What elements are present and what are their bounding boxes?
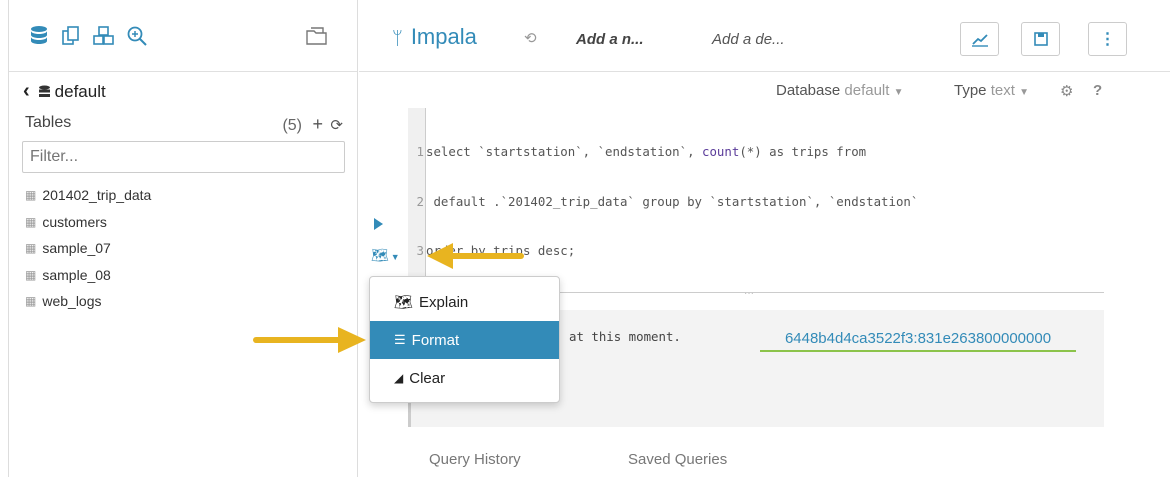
table-icon: ▦: [25, 241, 37, 256]
database-breadcrumb[interactable]: ‹ default: [23, 80, 106, 103]
menu-item-explain[interactable]: 🗺︎ Explain: [370, 283, 559, 321]
engine-title: ᛘ Impala: [392, 24, 477, 49]
caret-down-icon: ▼: [1019, 87, 1029, 98]
table-item[interactable]: ▦ sample_08: [25, 262, 151, 289]
eraser-icon: ◢: [394, 371, 404, 385]
documents-icon[interactable]: [61, 25, 81, 52]
annotation-arrow-right: [253, 327, 366, 353]
impala-icon: ᛘ: [392, 28, 403, 48]
map-icon: 🗺︎: [394, 294, 414, 311]
save-button[interactable]: [1021, 22, 1060, 56]
indent-icon: ☰: [394, 332, 406, 347]
map-icon: 🗺︎: [371, 247, 389, 263]
cubes-icon[interactable]: [92, 25, 116, 52]
menu-item-clear[interactable]: ◢ Clear: [370, 359, 559, 397]
tab-query-history[interactable]: Query History: [429, 451, 521, 468]
query-description-field[interactable]: Add a de...: [712, 31, 785, 48]
type-selector[interactable]: Type text ▼: [954, 82, 1029, 99]
tables-header: Tables (5) + ⟳: [25, 114, 345, 134]
chevron-left-icon[interactable]: ‹: [23, 80, 30, 103]
save-icon: [1033, 32, 1048, 46]
drag-handle[interactable]: ···: [744, 288, 754, 299]
table-item[interactable]: ▦ web_logs: [25, 288, 151, 315]
database-icon[interactable]: [29, 25, 49, 52]
database-small-icon: [38, 85, 50, 97]
table-icon: ▦: [25, 188, 37, 203]
zoom-icon[interactable]: [126, 25, 148, 52]
history-icon[interactable]: ⟲: [524, 29, 537, 47]
database-name: default: [54, 81, 106, 101]
chart-button[interactable]: [960, 22, 999, 56]
table-icon: ▦: [25, 294, 37, 309]
refresh-icon[interactable]: ⟳: [330, 117, 343, 134]
menu-item-format[interactable]: ☰ Format: [370, 321, 559, 359]
table-icon: ▦: [25, 214, 37, 229]
help-icon[interactable]: ?: [1093, 82, 1102, 99]
editor-actions-menu: 🗺︎ Explain ☰ Format ◢ Clear: [369, 276, 560, 403]
database-selector[interactable]: Database default ▼: [776, 82, 904, 99]
explain-dropdown-toggle[interactable]: 🗺︎ ▼: [371, 247, 400, 264]
code-line: 1 select `startstation`, `endstation`, co…: [416, 144, 867, 159]
table-list: ▦ 201402_trip_data ▦ customers ▦ sample_07 …: [25, 182, 151, 315]
tab-saved-queries[interactable]: Saved Queries: [628, 451, 727, 468]
table-filter-input[interactable]: [22, 141, 345, 173]
gear-icon[interactable]: ⚙: [1060, 82, 1073, 100]
code-line: 2 default .`201402_trip_data` group by `…: [416, 193, 919, 209]
assist-toolbar: [9, 0, 357, 72]
annotation-arrow-left: [427, 243, 524, 269]
more-button[interactable]: ⋮: [1088, 22, 1127, 56]
chart-icon: [971, 34, 988, 47]
folder-open-icon[interactable]: [305, 25, 329, 52]
table-item[interactable]: ▦ 201402_trip_data: [25, 182, 151, 209]
table-item[interactable]: ▦ sample_07: [25, 235, 151, 262]
assist-panel: ‹ default Tables (5) + ⟳ ▦201402_trip_da…: [8, 0, 358, 477]
plus-icon[interactable]: +: [312, 114, 323, 134]
more-vertical-icon: ⋮: [1099, 31, 1116, 48]
table-icon: ▦: [25, 267, 37, 282]
table-item[interactable]: ▦ customers: [25, 209, 151, 236]
caret-down-icon: ▼: [390, 252, 400, 262]
tables-label: Tables: [25, 114, 72, 131]
query-name-field[interactable]: Add a n...: [576, 31, 644, 48]
query-id-link[interactable]: 6448b4d4ca3522f3:831e263800000000: [760, 330, 1076, 352]
run-icon[interactable]: [374, 218, 383, 230]
caret-down-icon: ▼: [893, 87, 904, 98]
tables-count: (5): [282, 117, 302, 134]
results-message: at this moment.: [569, 329, 681, 344]
